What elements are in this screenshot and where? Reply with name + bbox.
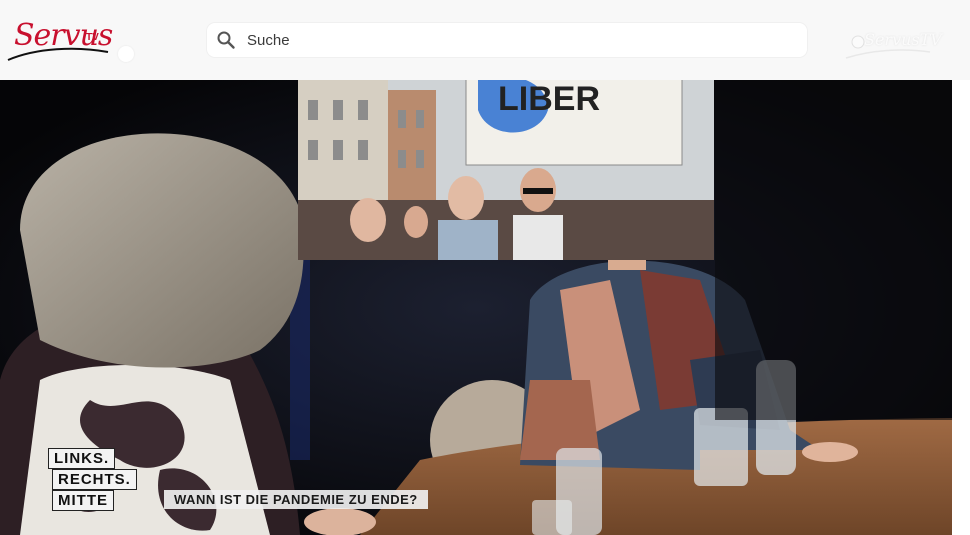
sign-text: LIBER [498,80,600,118]
protest-photo: LIBER [298,80,714,260]
page-scrollbar[interactable] [952,80,970,535]
servustv-logo[interactable]: Servus TV [6,14,116,68]
watermark-text: ServusTV [864,30,942,49]
show-title-line-2: RECHTS. [52,469,137,490]
site-header: Servus TV ServusTV [0,0,970,80]
video-player[interactable]: LIBER LINKS. RECHTS. MITTE WANN IST DIE … [0,80,952,535]
search-input[interactable] [247,23,787,57]
status-dot [118,46,134,62]
servustv-watermark-logo: ServusTV [842,28,942,64]
background-screen-image: LIBER [298,80,714,260]
logo-swoosh-icon [7,47,109,61]
show-lower-third: LINKS. RECHTS. MITTE WANN IST DIE PANDEM… [48,448,478,528]
show-title-line-1: LINKS. [48,448,116,469]
logo-tv-suffix: TV [86,32,99,43]
search-bar[interactable] [207,23,807,57]
episode-question: WANN IST DIE PANDEMIE ZU ENDE? [164,490,428,509]
search-icon [217,31,235,49]
show-title-line-3: MITTE [52,490,114,511]
